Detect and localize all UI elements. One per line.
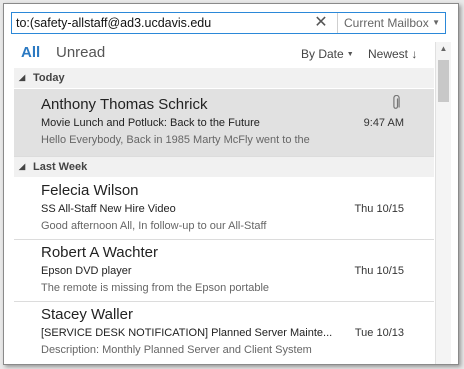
message-item[interactable]: Anthony Thomas Schrick Movie Lunch and P… [14, 89, 434, 157]
tab-unread[interactable]: Unread [56, 44, 105, 61]
triangle-icon: ◢ [19, 73, 26, 82]
search-input[interactable] [12, 13, 341, 33]
group-header-today[interactable]: ◢ Today [14, 68, 434, 88]
message-date: Tue 10/13 [354, 327, 404, 339]
message-sender: Felecia Wilson [41, 182, 139, 199]
chevron-down-icon: ▼ [346, 51, 354, 58]
message-preview: The remote is missing from the Epson por… [41, 282, 270, 294]
message-date: 9:47 AM [363, 117, 404, 129]
sort-by-date-button[interactable]: By Date ▼ [301, 47, 354, 61]
message-preview: Description: Monthly Planned Server and … [41, 344, 312, 356]
message-subject: Epson DVD player [41, 265, 132, 277]
message-date: Thu 10/15 [354, 203, 404, 215]
message-item[interactable]: Robert A Wachter Epson DVD player Thu 10… [14, 240, 434, 302]
scroll-up-arrow-icon[interactable]: ▲ [436, 42, 451, 56]
scroll-thumb[interactable] [438, 60, 449, 102]
message-subject: [SERVICE DESK NOTIFICATION] Planned Serv… [41, 327, 333, 339]
clear-search-button[interactable]: ✕ [310, 13, 332, 33]
message-subject: SS All-Staff New Hire Video [41, 203, 176, 215]
message-list: ◢ Today Anthony Thomas Schrick Movie Lun… [14, 68, 434, 364]
sort-by-label: By Date [301, 47, 344, 61]
message-preview: Good afternoon All, In follow-up to our … [41, 220, 267, 232]
message-subject: Movie Lunch and Potluck: Back to the Fut… [41, 117, 260, 129]
group-label: Last Week [33, 161, 88, 173]
tab-all[interactable]: All [21, 44, 40, 61]
search-scope-dropdown[interactable]: Current Mailbox ▼ [337, 13, 445, 33]
sort-order-button[interactable]: Newest ↓ [368, 47, 417, 61]
message-sender: Stacey Waller [41, 306, 133, 323]
triangle-icon: ◢ [19, 162, 26, 171]
search-bar: ✕ Current Mailbox ▼ [11, 12, 446, 34]
mail-window: ✕ Current Mailbox ▼ All Unread By Date▼ … [3, 3, 459, 365]
message-item[interactable]: Felecia Wilson SS All-Staff New Hire Vid… [14, 178, 434, 240]
message-sender: Robert A Wachter [41, 244, 158, 261]
group-label: Today [33, 72, 65, 84]
message-sender: Anthony Thomas Schrick [41, 96, 208, 113]
search-scope-label: Current Mailbox [344, 16, 429, 30]
group-header-last-week[interactable]: ◢ Last Week [14, 157, 434, 177]
vertical-scrollbar[interactable]: ▲ [435, 42, 451, 364]
filter-row: All Unread By Date ▼ Newest ↓ [4, 42, 434, 66]
paperclip-icon [393, 95, 400, 109]
message-date: Thu 10/15 [354, 265, 404, 277]
message-preview: Hello Everybody, Back in 1985 Marty McFl… [41, 134, 310, 146]
chevron-down-icon: ▼ [432, 18, 440, 27]
message-item[interactable]: Stacey Waller [SERVICE DESK NOTIFICATION… [14, 302, 434, 364]
